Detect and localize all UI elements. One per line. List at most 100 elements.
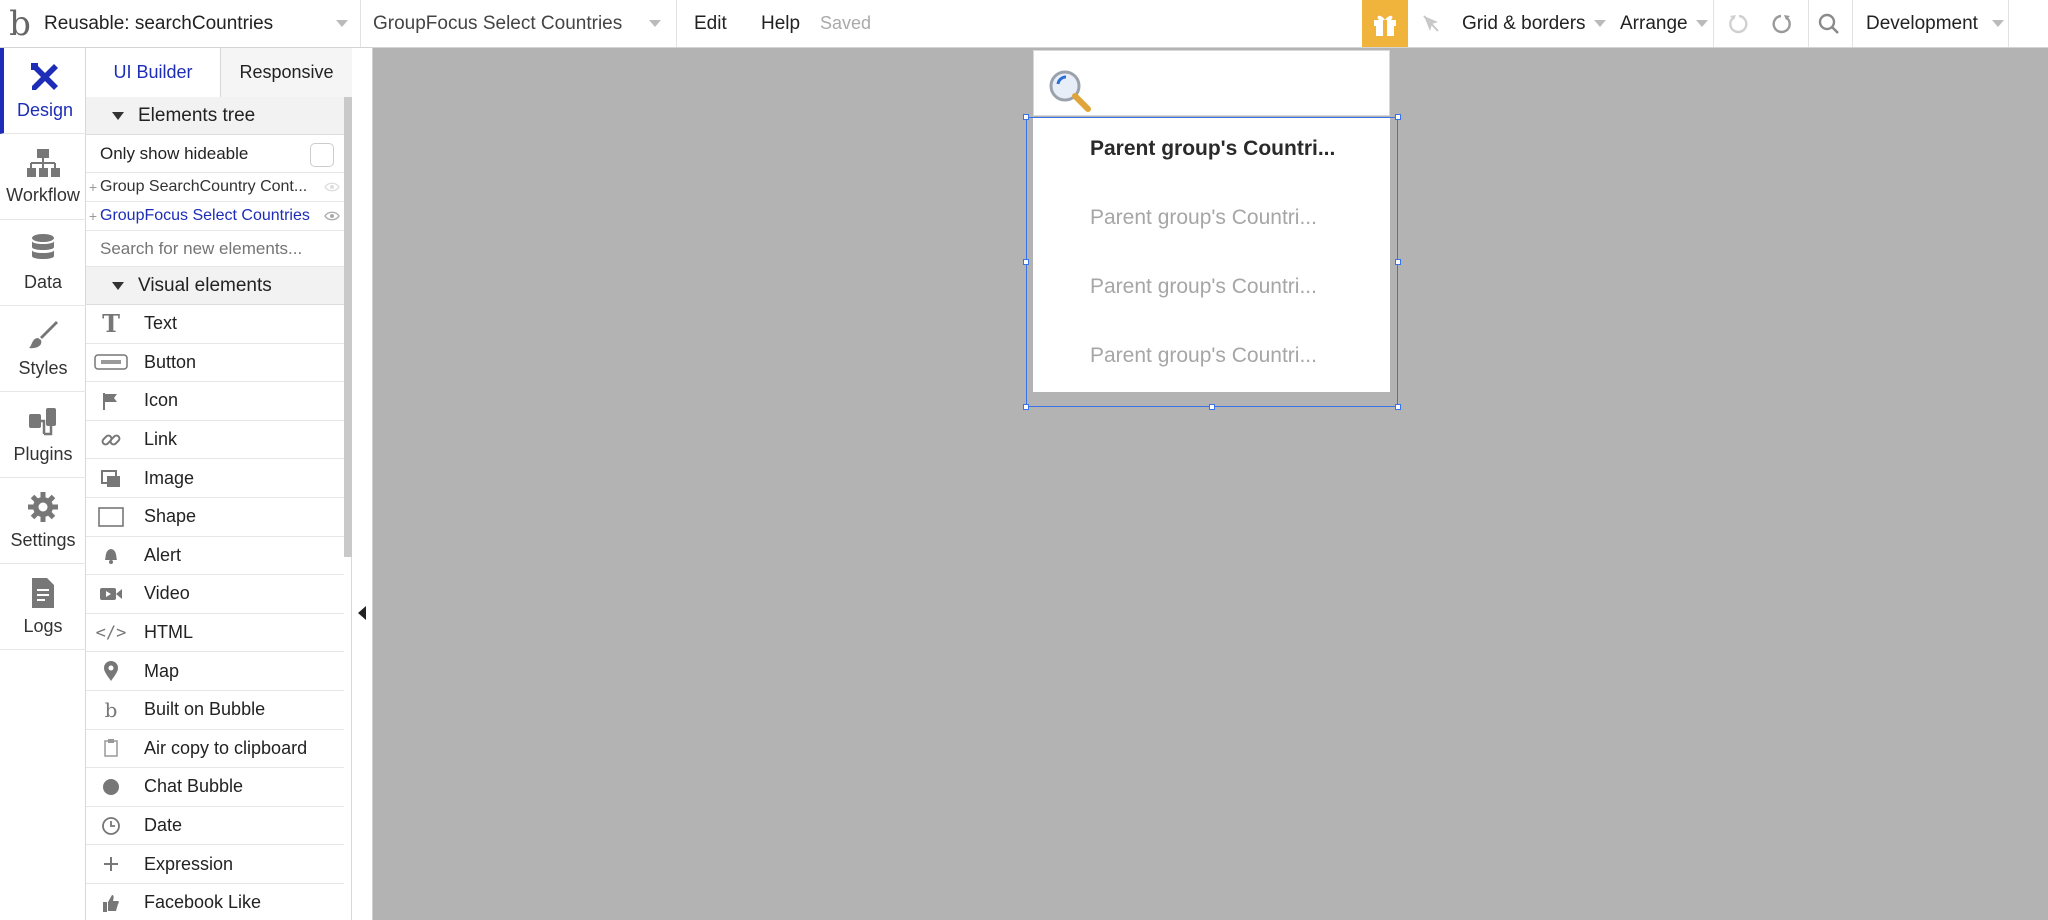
only-show-hideable-checkbox[interactable] xyxy=(310,143,334,167)
redo-button[interactable] xyxy=(1766,0,1796,47)
element-item-label: Icon xyxy=(144,390,179,411)
database-icon xyxy=(32,234,54,259)
eye-icon[interactable] xyxy=(324,182,340,192)
element-item-button[interactable]: Button xyxy=(86,344,344,383)
divider xyxy=(2008,0,2009,47)
chat-icon xyxy=(92,777,130,797)
resize-handle[interactable] xyxy=(1023,114,1029,120)
rail-label-logs: Logs xyxy=(23,616,63,636)
panel-collapse-strip[interactable] xyxy=(352,48,373,920)
arrange-menu[interactable]: Arrange xyxy=(1620,0,1708,47)
element-item-built-on-bubble[interactable]: b Built on Bubble xyxy=(86,691,344,730)
element-item-label: Alert xyxy=(144,544,182,565)
element-item-html[interactable]: </> HTML xyxy=(86,614,344,653)
bubble-logo[interactable]: b xyxy=(0,0,40,47)
element-item-label: Shape xyxy=(144,506,197,527)
code-icon: </> xyxy=(95,622,127,643)
rail-item-workflow[interactable]: Workflow xyxy=(0,134,86,220)
page-select[interactable]: Reusable: searchCountries xyxy=(44,0,360,47)
resize-handle[interactable] xyxy=(1395,404,1401,410)
element-item-air-copy-to-clipboard[interactable]: Air copy to clipboard xyxy=(86,730,344,769)
grid-borders-menu[interactable]: Grid & borders xyxy=(1462,0,1606,47)
resize-handle[interactable] xyxy=(1209,404,1215,410)
element-search-input[interactable] xyxy=(100,238,330,259)
element-item-map[interactable]: Map xyxy=(86,652,344,691)
visual-elements-title: Visual elements xyxy=(138,274,272,296)
brush-icon xyxy=(29,321,58,349)
resize-handle[interactable] xyxy=(1023,259,1029,265)
search-button[interactable] xyxy=(1814,0,1844,47)
element-item-label: Link xyxy=(144,429,178,450)
chevron-down-icon xyxy=(1593,20,1606,27)
search-icon xyxy=(1818,13,1839,34)
tab-ui-builder[interactable]: UI Builder xyxy=(86,48,220,97)
tree-item-label: Group SearchCountry Cont... xyxy=(100,178,308,195)
element-item-expression[interactable]: Expression xyxy=(86,845,344,884)
bell-icon xyxy=(92,545,130,565)
element-item-chat-bubble[interactable]: Chat Bubble xyxy=(86,768,344,807)
document-icon xyxy=(32,578,54,608)
tree-item[interactable]: + Group SearchCountry Cont... xyxy=(86,173,344,202)
rail-item-data[interactable]: Data xyxy=(0,220,86,306)
tree-item[interactable]: + GroupFocus Select Countries xyxy=(86,202,344,231)
rail-item-plugins[interactable]: Plugins xyxy=(0,392,86,478)
rail-item-settings[interactable]: Settings xyxy=(0,478,86,564)
left-rail: Design Workflow Data Styles Plugins Sett… xyxy=(0,48,86,920)
element-item-link[interactable]: Link xyxy=(86,421,344,460)
resize-handle[interactable] xyxy=(1023,404,1029,410)
element-item-video[interactable]: Video xyxy=(86,575,344,614)
elements-tree-title: Elements tree xyxy=(138,104,256,126)
search-country-group[interactable] xyxy=(1033,50,1390,116)
chevron-down-icon xyxy=(336,20,348,27)
thumbs-up-icon xyxy=(92,893,130,913)
resize-handle[interactable] xyxy=(1395,259,1401,265)
design-tools-icon xyxy=(31,63,58,90)
element-item-label: HTML xyxy=(144,622,193,643)
divider xyxy=(360,0,361,47)
only-show-hideable-label: Only show hideable xyxy=(100,143,249,163)
divider xyxy=(1808,0,1809,47)
elements-tree-header[interactable]: Elements tree xyxy=(86,97,344,135)
gift-icon xyxy=(1374,15,1396,36)
map-pin-icon xyxy=(92,660,130,682)
element-item-image[interactable]: Image xyxy=(86,459,344,498)
magnifier-icon xyxy=(1049,70,1091,112)
panel-scrollbar[interactable] xyxy=(344,97,352,557)
text-icon: T xyxy=(102,309,120,339)
redo-icon xyxy=(1772,14,1791,33)
rail-label-data: Data xyxy=(23,272,63,292)
element-item-icon[interactable]: Icon xyxy=(86,382,344,421)
element-item-label: Chat Bubble xyxy=(144,776,244,797)
element-item-shape[interactable]: Shape xyxy=(86,498,344,537)
undo-button[interactable] xyxy=(1724,0,1754,47)
rail-item-styles[interactable]: Styles xyxy=(0,306,86,392)
element-item-date[interactable]: Date xyxy=(86,807,344,846)
environment-select[interactable]: Development xyxy=(1866,0,2004,47)
selection-outline xyxy=(1023,114,1401,410)
tab-responsive[interactable]: Responsive xyxy=(220,48,352,97)
element-item-facebook-like[interactable]: Facebook Like xyxy=(86,884,344,920)
element-item-text[interactable]: T Text xyxy=(86,305,344,344)
expand-plus-icon[interactable]: + xyxy=(86,179,100,195)
eye-icon[interactable] xyxy=(324,211,340,221)
element-select-label: GroupFocus Select Countries xyxy=(373,12,623,34)
visual-elements-header[interactable]: Visual elements xyxy=(86,267,344,305)
cursor-select-button[interactable] xyxy=(1416,0,1446,47)
element-item-alert[interactable]: Alert xyxy=(86,537,344,576)
element-select[interactable]: GroupFocus Select Countries xyxy=(373,0,675,47)
only-show-hideable-row: Only show hideable xyxy=(86,135,344,173)
collapse-arrow-icon[interactable] xyxy=(358,606,366,620)
rail-item-design[interactable]: Design xyxy=(0,48,86,134)
expand-plus-icon[interactable]: + xyxy=(86,208,100,224)
element-item-label: Air copy to clipboard xyxy=(144,737,308,758)
clock-icon xyxy=(92,816,130,836)
chevron-down-icon xyxy=(649,20,661,27)
gift-button[interactable] xyxy=(1362,0,1408,47)
panel-tabs: UI Builder Responsive xyxy=(86,48,352,97)
image-icon xyxy=(92,467,130,489)
edit-menu[interactable]: Edit xyxy=(694,0,727,47)
help-menu[interactable]: Help xyxy=(761,0,800,47)
workflow-icon xyxy=(27,149,60,177)
rail-item-logs[interactable]: Logs xyxy=(0,564,86,650)
resize-handle[interactable] xyxy=(1395,114,1401,120)
